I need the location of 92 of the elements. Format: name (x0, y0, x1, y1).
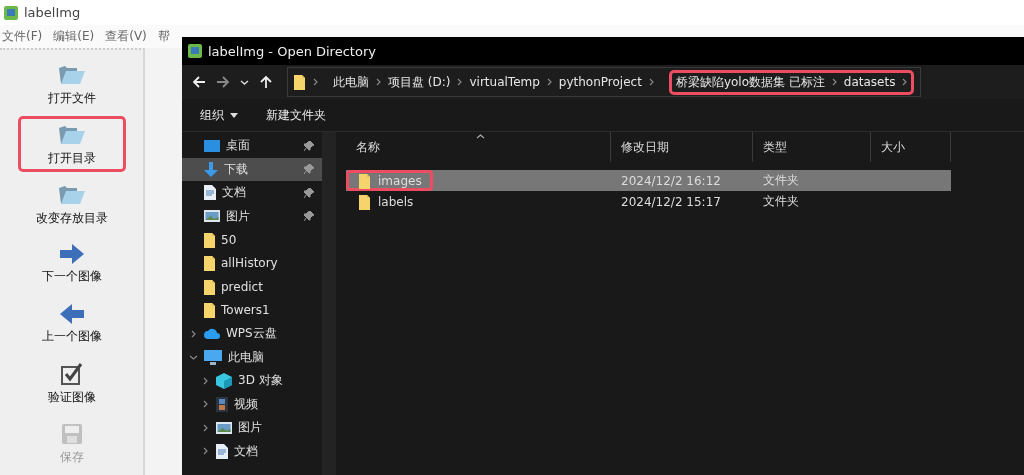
nav-item[interactable]: 下载 (182, 157, 322, 181)
nav-item[interactable]: 视频 (182, 392, 322, 416)
nav-item[interactable]: 50 (182, 228, 322, 252)
toolbar-button[interactable]: 打开文件 (17, 56, 126, 112)
breadcrumb[interactable]: datasets (843, 75, 896, 89)
folder-icon (294, 74, 305, 90)
down-arrow-icon (204, 161, 218, 177)
chevron-right-icon (648, 78, 654, 86)
up-arrow-icon[interactable] (259, 75, 273, 89)
folder-icon (204, 278, 215, 295)
chevron-right-icon (376, 78, 381, 86)
checkbox-icon (60, 362, 83, 385)
pin-icon[interactable] (304, 140, 314, 151)
pin-icon[interactable] (304, 164, 314, 175)
breadcrumb[interactable]: virtualTemp (469, 75, 540, 89)
folder-icon (204, 231, 215, 248)
breadcrumb[interactable]: 项目盘 (D:) (388, 73, 451, 91)
menu-item[interactable]: 帮 (157, 28, 170, 45)
toolbar-button[interactable]: 打开目录 (17, 116, 126, 172)
address-bar[interactable]: 此电脑 项目盘 (D:) virtualTemp pythonProject 桥梁缺陷yolo数据集 已标注 datasets (287, 67, 922, 97)
chevron-down-icon[interactable] (240, 79, 249, 85)
chevron-right-icon (902, 78, 908, 86)
folder-icon (359, 172, 370, 189)
file-name: images (346, 170, 433, 191)
toolbar-button[interactable]: 上一个图像 (17, 296, 126, 352)
cube-icon (216, 372, 232, 389)
folder-icon (359, 193, 370, 210)
nav-item[interactable]: predict (182, 275, 322, 299)
image-icon (204, 210, 220, 223)
breadcrumb[interactable]: 此电脑 (333, 73, 369, 91)
cloud-icon (204, 328, 220, 340)
chevron-down-icon (188, 354, 198, 360)
pin-icon[interactable] (304, 187, 314, 198)
nav-item[interactable]: 文档 (182, 439, 322, 463)
nav-item[interactable]: Towers1 (182, 298, 322, 322)
folder-icon (204, 302, 215, 319)
menu-item[interactable]: 编辑(E) (53, 28, 95, 45)
monitor-icon (204, 139, 220, 152)
nav-item[interactable]: allHistory (182, 251, 322, 275)
type-cell-text: 文件夹 (762, 172, 800, 189)
back-arrow-icon[interactable] (192, 75, 206, 89)
chevron-right-icon (190, 329, 196, 338)
chevron-right-icon (202, 447, 208, 456)
chevron-right-icon (313, 78, 318, 86)
app-icon (4, 5, 18, 20)
command-button[interactable]: 新建文件夹 (266, 106, 326, 124)
file-name: labels (346, 191, 425, 212)
forward-arrow-icon[interactable] (216, 75, 230, 89)
toolbar-button[interactable]: 下一个图像 (17, 236, 126, 292)
nav-item[interactable]: WPS云盘 (182, 322, 322, 346)
app-icon (188, 44, 202, 58)
breadcrumb[interactable]: 桥梁缺陷yolo数据集 已标注 (675, 73, 825, 91)
chevron-right-icon (202, 423, 208, 432)
document-icon (204, 185, 216, 201)
toolbar-button[interactable]: 改变存放目录 (17, 176, 126, 232)
nav-item[interactable]: 文档 (182, 181, 322, 205)
nav-item[interactable]: 图片 (182, 416, 322, 440)
chevron-right-icon (831, 78, 837, 86)
date-cell-text: 2024/12/2 15:17 (620, 194, 722, 209)
caret-icon (230, 112, 238, 118)
chevron-right-icon (546, 78, 552, 86)
date-cell-text: 2024/12/2 16:12 (620, 173, 722, 188)
chevron-right-icon (202, 400, 208, 409)
pin-icon[interactable] (304, 211, 314, 222)
right-arrow-icon (59, 243, 84, 264)
command-button[interactable]: 组织 (200, 106, 238, 124)
toolbar-button[interactable]: 验证图像 (17, 356, 126, 412)
column-header[interactable]: 修改日期 (611, 132, 753, 162)
column-header[interactable]: 大小 (871, 132, 951, 162)
document-icon (216, 443, 228, 459)
film-icon (216, 396, 228, 412)
nav-item[interactable]: 3D 对象 (182, 369, 322, 393)
chevron-right-icon (202, 376, 208, 385)
column-header[interactable]: 类型 (753, 132, 871, 162)
nav-item[interactable]: 桌面 (182, 134, 322, 158)
menu-item[interactable]: 查看(V) (105, 28, 147, 45)
nav-item[interactable]: 此电脑 (182, 345, 322, 369)
sort-caret-icon (476, 134, 485, 139)
nav-item[interactable]: 图片 (182, 204, 322, 228)
breadcrumb[interactable]: pythonProject (558, 75, 642, 89)
computer-icon (204, 349, 222, 365)
folder-icon (204, 255, 215, 272)
left-arrow-icon (59, 303, 84, 324)
save-icon (60, 422, 83, 445)
column-header[interactable]: 名称 (346, 132, 611, 162)
file-row[interactable]: labels 2024/12/2 15:17 文件夹 (346, 191, 951, 212)
dialog-title: labelImg - Open Directory (208, 43, 376, 59)
chevron-right-icon (457, 78, 463, 86)
image-icon (216, 421, 232, 434)
window-title: labelImg (24, 5, 81, 20)
menu-item[interactable]: 文件(F) (2, 28, 43, 45)
type-cell-text: 文件夹 (762, 193, 800, 210)
